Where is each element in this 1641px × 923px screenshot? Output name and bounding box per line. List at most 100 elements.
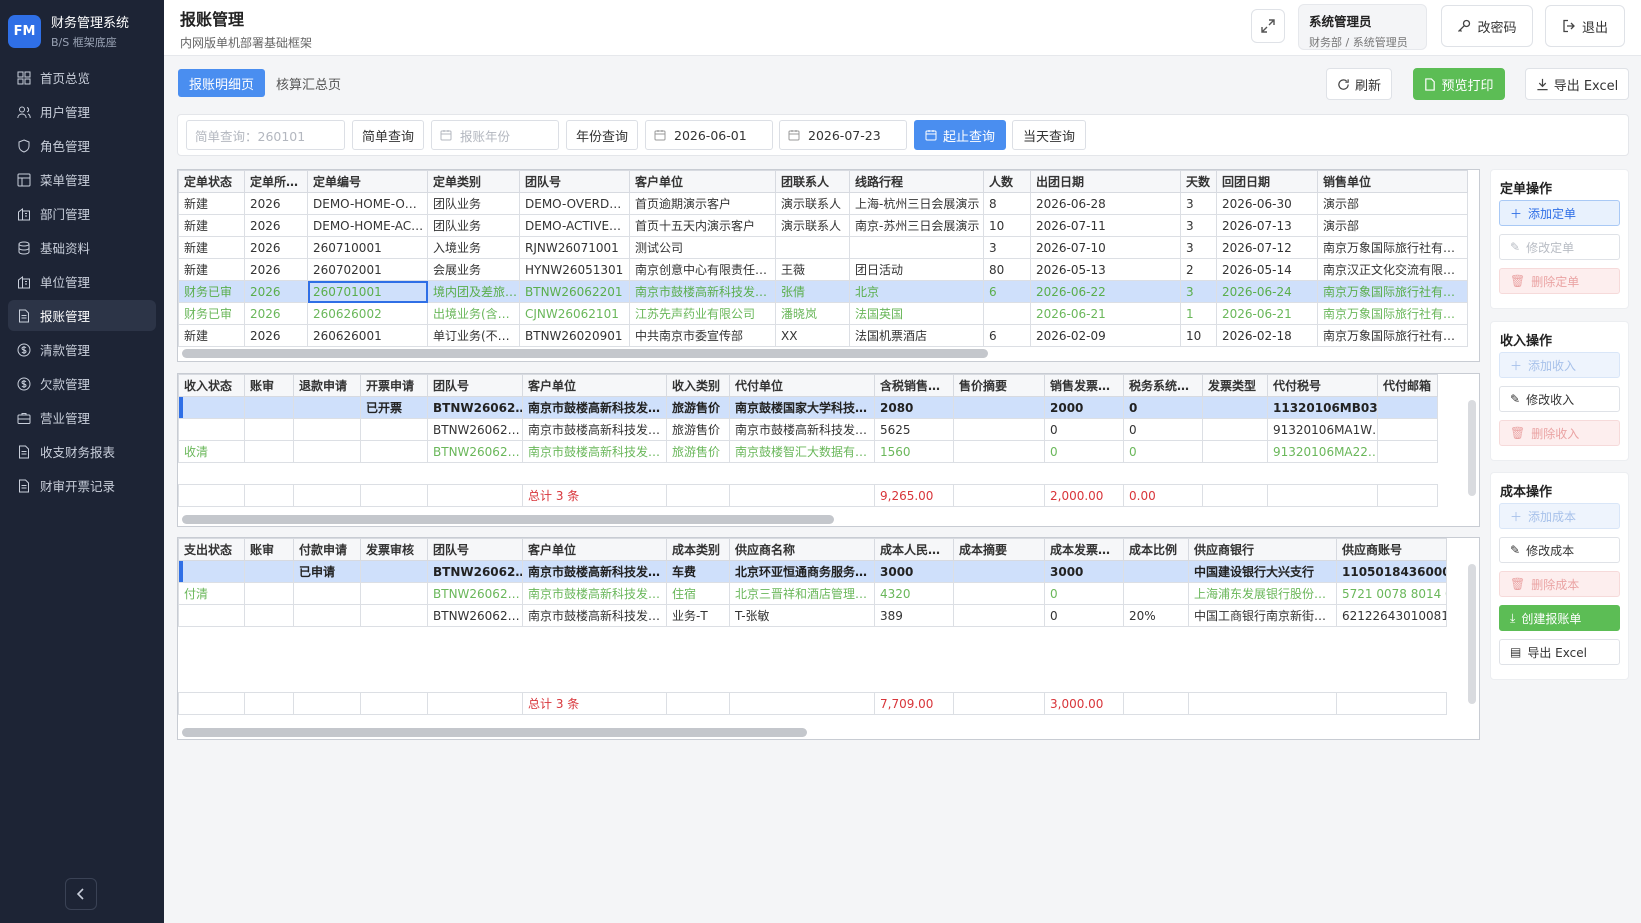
table-cell[interactable]: DEMO-OVERD… <box>519 192 630 215</box>
table-cell[interactable]: 车费 <box>666 560 730 583</box>
table-cell[interactable] <box>244 560 294 583</box>
table-cell[interactable]: 南京鼓楼智汇大数据有… <box>729 440 875 463</box>
table-cell[interactable]: 南京创意中心有限责任… <box>629 258 776 281</box>
tab-detail[interactable]: 报账明细页 <box>178 69 266 97</box>
column-header[interactable]: 团联系人 <box>775 170 850 193</box>
table-cell[interactable]: 5625 <box>874 418 954 441</box>
table-row[interactable]: 已申请 BTNW26062… 南京市鼓楼高新科技发… 车费 北京环亚恒通商务服务… 300… <box>178 560 1447 583</box>
year-query-button[interactable]: 年份查询 <box>566 120 638 150</box>
table-cell[interactable] <box>360 560 428 583</box>
table-cell[interactable]: 2026 <box>244 192 308 215</box>
table-row[interactable]: BTNW26062… 南京市鼓楼高新科技发… 业务-T T-张敏 389 0 20% 中国工商… <box>178 604 1447 627</box>
column-header[interactable]: 客户单位 <box>522 374 667 397</box>
table-cell[interactable] <box>1377 440 1438 463</box>
table-cell[interactable] <box>293 582 361 605</box>
table-cell[interactable]: 法国机票酒店 <box>849 324 984 347</box>
change-password-button[interactable]: 改密码 <box>1441 5 1533 47</box>
column-header[interactable]: 供应商名称 <box>729 538 875 561</box>
table-cell[interactable] <box>983 302 1031 325</box>
table-cell[interactable] <box>178 396 245 419</box>
table-cell[interactable]: 已开票 <box>360 396 428 419</box>
column-header[interactable]: 含税销售… <box>874 374 954 397</box>
column-header[interactable]: 支出状态 <box>178 538 245 561</box>
table-cell[interactable]: 出境业务(含… <box>427 302 520 325</box>
column-header[interactable]: 定单状态 <box>178 170 245 193</box>
column-header[interactable]: 发票审核 <box>360 538 428 561</box>
column-header[interactable]: 账审 <box>244 538 294 561</box>
table-cell[interactable]: 2026-06-22 <box>1030 280 1181 303</box>
table-cell[interactable]: 住宿 <box>666 582 730 605</box>
table-cell[interactable]: 演示联系人 <box>775 214 850 237</box>
table-cell[interactable]: BTNW26062201 <box>519 280 630 303</box>
today-query-button[interactable]: 当天查询 <box>1012 120 1086 150</box>
table-cell[interactable]: 2026-07-13 <box>1216 214 1318 237</box>
table-cell[interactable] <box>775 236 850 259</box>
column-header[interactable]: 出团日期 <box>1030 170 1181 193</box>
table-row[interactable]: BTNW26062… 南京市鼓楼高新科技发… 旅游售价 南京市鼓楼高新科技发… 5625… <box>178 418 1438 441</box>
year-input[interactable]: 报账年份 <box>431 120 559 150</box>
table-cell[interactable]: 6 <box>983 280 1031 303</box>
table-cell[interactable] <box>360 604 428 627</box>
table-cell[interactable]: 新建 <box>178 236 245 259</box>
table-cell[interactable] <box>244 418 294 441</box>
column-header[interactable]: 收入类别 <box>666 374 730 397</box>
table-cell[interactable]: 财务已审 <box>178 280 245 303</box>
edit-order-button[interactable]: ✎ 修改定单 <box>1499 234 1620 260</box>
table-cell[interactable] <box>1123 582 1189 605</box>
table-cell[interactable]: 潘晓岚 <box>775 302 850 325</box>
table-cell[interactable]: 0 <box>1123 418 1203 441</box>
table-cell[interactable]: 团日活动 <box>849 258 984 281</box>
sidebar-item-0[interactable]: 首页总览 <box>8 62 156 93</box>
table-cell[interactable]: BTNW26062… <box>427 396 523 419</box>
table-cell[interactable]: 中共南京市委宣传部 <box>629 324 776 347</box>
table-cell[interactable]: 新建 <box>178 214 245 237</box>
table-cell[interactable]: T-张敏 <box>729 604 875 627</box>
table-cell[interactable]: 0 <box>1123 440 1203 463</box>
table-row[interactable]: 财务已审 2026 260626002 出境业务(含… CJNW26062101 江苏先声… <box>178 302 1468 325</box>
table-cell[interactable]: 389 <box>874 604 954 627</box>
table-cell[interactable]: 110501843600000 <box>1336 560 1447 583</box>
table-cell[interactable]: 0 <box>1044 604 1124 627</box>
table-cell[interactable] <box>953 560 1045 583</box>
table-row[interactable]: 财务已审 2026 260701001 境内团及差旅… BTNW26062201 南京市鼓… <box>178 280 1468 303</box>
column-header[interactable]: 天数 <box>1180 170 1217 193</box>
table-cell[interactable] <box>244 582 294 605</box>
table-cell[interactable] <box>178 604 245 627</box>
column-header[interactable]: 账审 <box>244 374 294 397</box>
table-cell[interactable]: 0 <box>1044 440 1124 463</box>
column-header[interactable]: 客户单位 <box>629 170 776 193</box>
column-header[interactable]: 供应商账号 <box>1336 538 1447 561</box>
column-header[interactable]: 成本类别 <box>666 538 730 561</box>
table-cell[interactable]: 2026 <box>244 236 308 259</box>
column-header[interactable]: 团队号 <box>427 374 523 397</box>
fullscreen-button[interactable] <box>1251 9 1285 43</box>
table-cell[interactable]: 收清 <box>178 440 245 463</box>
table-cell[interactable] <box>953 440 1045 463</box>
table-cell[interactable]: 财务已审 <box>178 302 245 325</box>
table-cell[interactable]: 演示联系人 <box>775 192 850 215</box>
table-cell[interactable]: 旅游售价 <box>666 418 730 441</box>
table-row[interactable]: 付清 BTNW26062… 南京市鼓楼高新科技发… 住宿 北京三晋祥和酒店管理… 4320… <box>178 582 1447 605</box>
table-cell[interactable]: 0 <box>1044 582 1124 605</box>
create-bill-button[interactable]: ⤓ 创建报账单 <box>1499 605 1620 631</box>
table-cell[interactable]: 团队业务 <box>427 192 520 215</box>
table-row[interactable]: 新建 2026 260702001 会展业务 HYNW26051301 南京创意中心有限责… <box>178 258 1468 281</box>
collapse-sidebar-button[interactable] <box>65 878 97 910</box>
column-header[interactable]: 成本摘要 <box>953 538 1045 561</box>
table-cell[interactable] <box>244 396 294 419</box>
table-cell[interactable]: 2080 <box>874 396 954 419</box>
simple-query-button[interactable]: 简单查询 <box>352 120 424 150</box>
table-row[interactable]: 新建 2026 DEMO-HOME-O… 团队业务 DEMO-OVERD… 首页逾期演示客… <box>178 192 1468 215</box>
column-header[interactable]: 代付邮箱 <box>1377 374 1438 397</box>
table-cell[interactable]: BTNW26062… <box>427 418 523 441</box>
table-cell[interactable] <box>849 236 984 259</box>
table-cell[interactable] <box>1377 396 1438 419</box>
table-cell[interactable]: 3 <box>1180 192 1217 215</box>
column-header[interactable]: 团队号 <box>519 170 630 193</box>
table-cell[interactable]: 南京市鼓楼高新科技发… <box>729 418 875 441</box>
table-cell[interactable]: 2026-07-11 <box>1030 214 1181 237</box>
column-header[interactable]: 定单所… <box>244 170 308 193</box>
table-cell[interactable]: 6 <box>983 324 1031 347</box>
column-header[interactable]: 代付税号 <box>1267 374 1378 397</box>
table-cell[interactable]: CJNW26062101 <box>519 302 630 325</box>
